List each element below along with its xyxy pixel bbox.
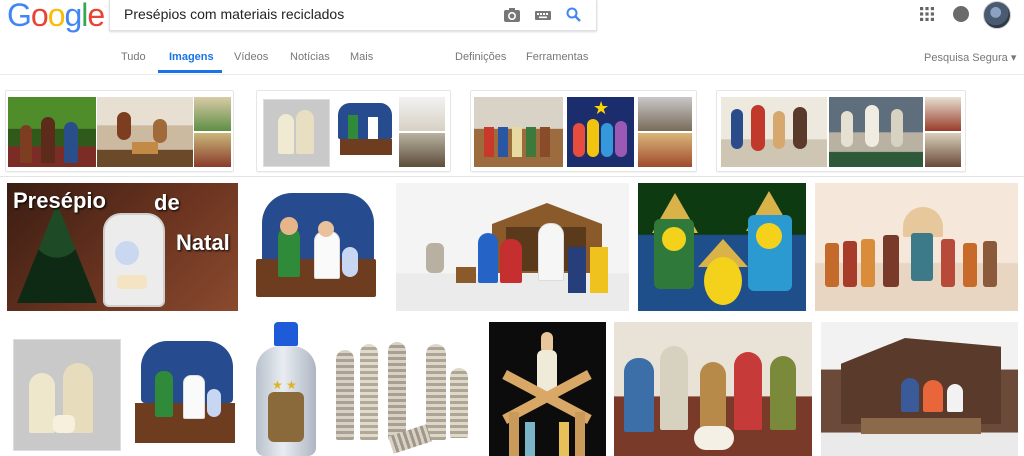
result-image[interactable]: ★ ★	[250, 322, 322, 456]
related-thumbnail[interactable]	[8, 97, 96, 167]
related-thumbnail[interactable]	[474, 97, 563, 167]
overlay-subtitle: Natal	[176, 230, 230, 255]
related-thumbnail[interactable]	[638, 97, 692, 131]
results-divider	[0, 176, 1024, 177]
related-thumbnail[interactable]	[194, 133, 231, 167]
settings-button[interactable]: Definições	[455, 51, 506, 63]
search-tabs: Tudo Imagens Vídeos Notícias Mais Defini…	[0, 46, 1024, 74]
overlay-title: Presépio	[13, 188, 106, 213]
header-divider	[0, 74, 1024, 75]
camera-icon[interactable]	[503, 6, 521, 24]
related-card[interactable]: ★	[470, 90, 697, 172]
tab-more[interactable]: Mais	[350, 51, 373, 63]
related-thumbnail[interactable]	[721, 97, 827, 167]
related-thumbnail[interactable]	[638, 133, 692, 167]
result-image[interactable]	[131, 333, 238, 456]
tab-all[interactable]: Tudo	[121, 51, 146, 63]
tab-images[interactable]: Imagens	[169, 51, 214, 63]
search-input[interactable]	[122, 5, 486, 23]
tab-videos[interactable]: Vídeos	[234, 51, 268, 63]
result-image[interactable]	[396, 183, 629, 311]
keyboard-icon[interactable]	[534, 6, 552, 24]
related-thumbnail[interactable]	[399, 97, 445, 131]
related-thumbnail[interactable]	[194, 97, 231, 131]
tab-news[interactable]: Notícias	[290, 51, 330, 63]
related-thumbnail[interactable]	[263, 99, 330, 167]
related-thumbnail[interactable]	[97, 97, 193, 167]
related-card[interactable]	[716, 90, 966, 172]
related-thumbnail[interactable]: ★	[567, 97, 634, 167]
safe-search-dropdown[interactable]: Pesquisa Segura ▾	[924, 51, 1016, 64]
result-image[interactable]	[815, 183, 1018, 311]
result-image[interactable]	[614, 322, 812, 456]
tools-button[interactable]: Ferramentas	[526, 51, 588, 63]
apps-icon[interactable]	[920, 7, 934, 21]
result-image[interactable]	[7, 333, 126, 456]
related-thumbnail[interactable]	[399, 133, 445, 167]
result-image[interactable]	[248, 183, 386, 311]
active-tab-indicator	[158, 70, 222, 73]
related-thumbnail[interactable]	[829, 97, 923, 167]
google-logo[interactable]: Google	[7, 0, 105, 31]
top-bar: Google Tudo Imagens Vídeos N	[0, 0, 1024, 75]
search-icon[interactable]	[565, 6, 583, 24]
search-box[interactable]	[109, 0, 597, 31]
related-thumbnail[interactable]	[925, 97, 961, 131]
avatar[interactable]	[983, 1, 1011, 29]
overlay-subtitle: de	[154, 190, 180, 215]
related-thumbnail[interactable]	[332, 97, 397, 167]
related-card[interactable]	[5, 90, 234, 172]
result-image[interactable]	[489, 322, 606, 456]
result-image[interactable]	[821, 322, 1018, 456]
result-image[interactable]	[638, 183, 806, 311]
notifications-icon[interactable]	[953, 6, 969, 22]
result-image[interactable]	[330, 340, 478, 456]
result-image[interactable]: Presépio de Natal	[7, 183, 238, 311]
related-thumbnail[interactable]	[925, 133, 961, 167]
related-card[interactable]	[256, 90, 451, 172]
